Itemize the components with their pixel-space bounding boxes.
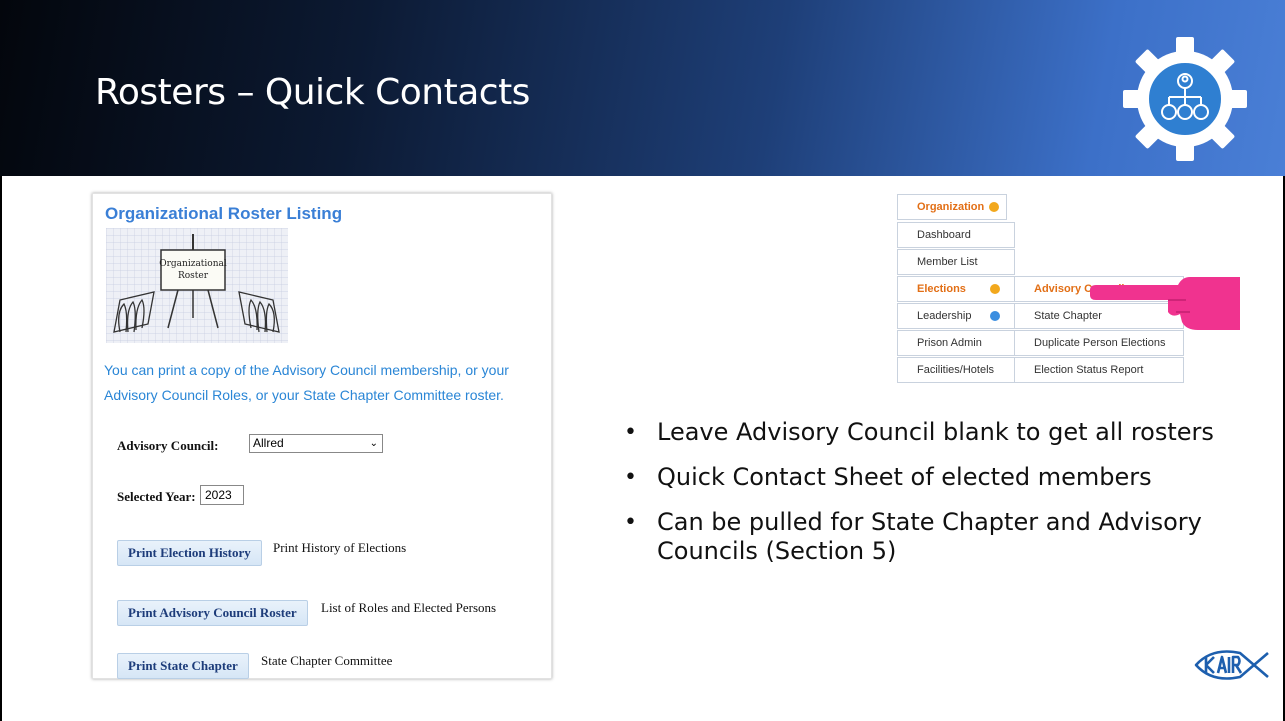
panel-title: Organizational Roster Listing — [105, 204, 343, 223]
menu-organization-label: Organization — [917, 201, 985, 213]
menu-item-prison-admin[interactable]: Prison Admin — [897, 330, 1015, 356]
print-election-history-description: Print History of Elections — [273, 540, 407, 555]
menu-item-leadership-label: Leadership — [917, 310, 972, 322]
organizational-roster-image: Organizational Roster — [106, 228, 288, 343]
menu-item-dashboard[interactable]: Dashboard — [897, 222, 1015, 248]
menu-item-elections[interactable]: Elections — [897, 276, 1015, 302]
chevron-down-icon: ⌄ — [369, 438, 378, 449]
menu-item-elections-label: Elections — [917, 283, 966, 295]
bullet-item: • Can be pulled for State Chapter and Adv… — [617, 508, 1257, 566]
menu-item-facilities-hotels[interactable]: Facilities/Hotels — [897, 357, 1015, 383]
bullet-item: • Quick Contact Sheet of elected members — [617, 463, 1257, 492]
slide-border — [0, 176, 2, 721]
advisory-council-select[interactable]: Allred ⌄ — [249, 434, 383, 453]
print-state-chapter-button[interactable]: Print State Chapter — [117, 653, 249, 679]
roster-description: You can print a copy of the Advisory Cou… — [104, 362, 509, 403]
chevron-right-icon — [990, 311, 1000, 321]
selected-year-label: Selected Year: — [117, 489, 196, 504]
chevron-right-icon — [990, 284, 1000, 294]
kairos-logo — [1192, 643, 1272, 692]
slide-header: Rosters – Quick Contacts — [0, 0, 1285, 176]
selected-year-input[interactable]: 2023 — [200, 485, 244, 505]
bullet-text: Leave Advisory Council blank to get all … — [657, 418, 1214, 446]
submenu-election-status-report[interactable]: Election Status Report — [1014, 357, 1184, 383]
roster-listing-panel: Organizational Roster Listing Organizati… — [92, 193, 552, 679]
bullet-item: • Leave Advisory Council blank to get all… — [617, 418, 1257, 447]
bullet-text: Can be pulled for State Chapter and Advi… — [657, 508, 1202, 565]
gear-org-chart-icon — [1120, 34, 1250, 164]
slide-title: Rosters – Quick Contacts — [95, 72, 530, 113]
roster-image-line1: Organizational — [159, 259, 227, 269]
bullet-list: • Leave Advisory Council blank to get all… — [617, 418, 1257, 582]
menu-item-leadership[interactable]: Leadership — [897, 303, 1015, 329]
chevron-down-icon — [989, 202, 999, 212]
menu-organization[interactable]: Organization — [897, 194, 1007, 220]
print-advisory-council-roster-button[interactable]: Print Advisory Council Roster — [117, 600, 308, 626]
menu-item-member-list[interactable]: Member List — [897, 249, 1015, 275]
print-state-chapter-description: State Chapter Committee — [261, 653, 393, 668]
bullet-marker: • — [624, 420, 637, 445]
print-advisory-council-roster-description: List of Roles and Elected Persons — [321, 600, 497, 615]
print-election-history-button[interactable]: Print Election History — [117, 540, 262, 566]
bullet-marker: • — [624, 465, 637, 490]
advisory-council-label: Advisory Council: — [117, 438, 219, 453]
bullet-text: Quick Contact Sheet of elected members — [657, 463, 1152, 491]
hand-pointer-icon — [1090, 272, 1240, 337]
advisory-council-value: Allred — [253, 436, 284, 450]
bullet-marker: • — [624, 510, 637, 535]
roster-image-line2: Roster — [178, 271, 209, 281]
